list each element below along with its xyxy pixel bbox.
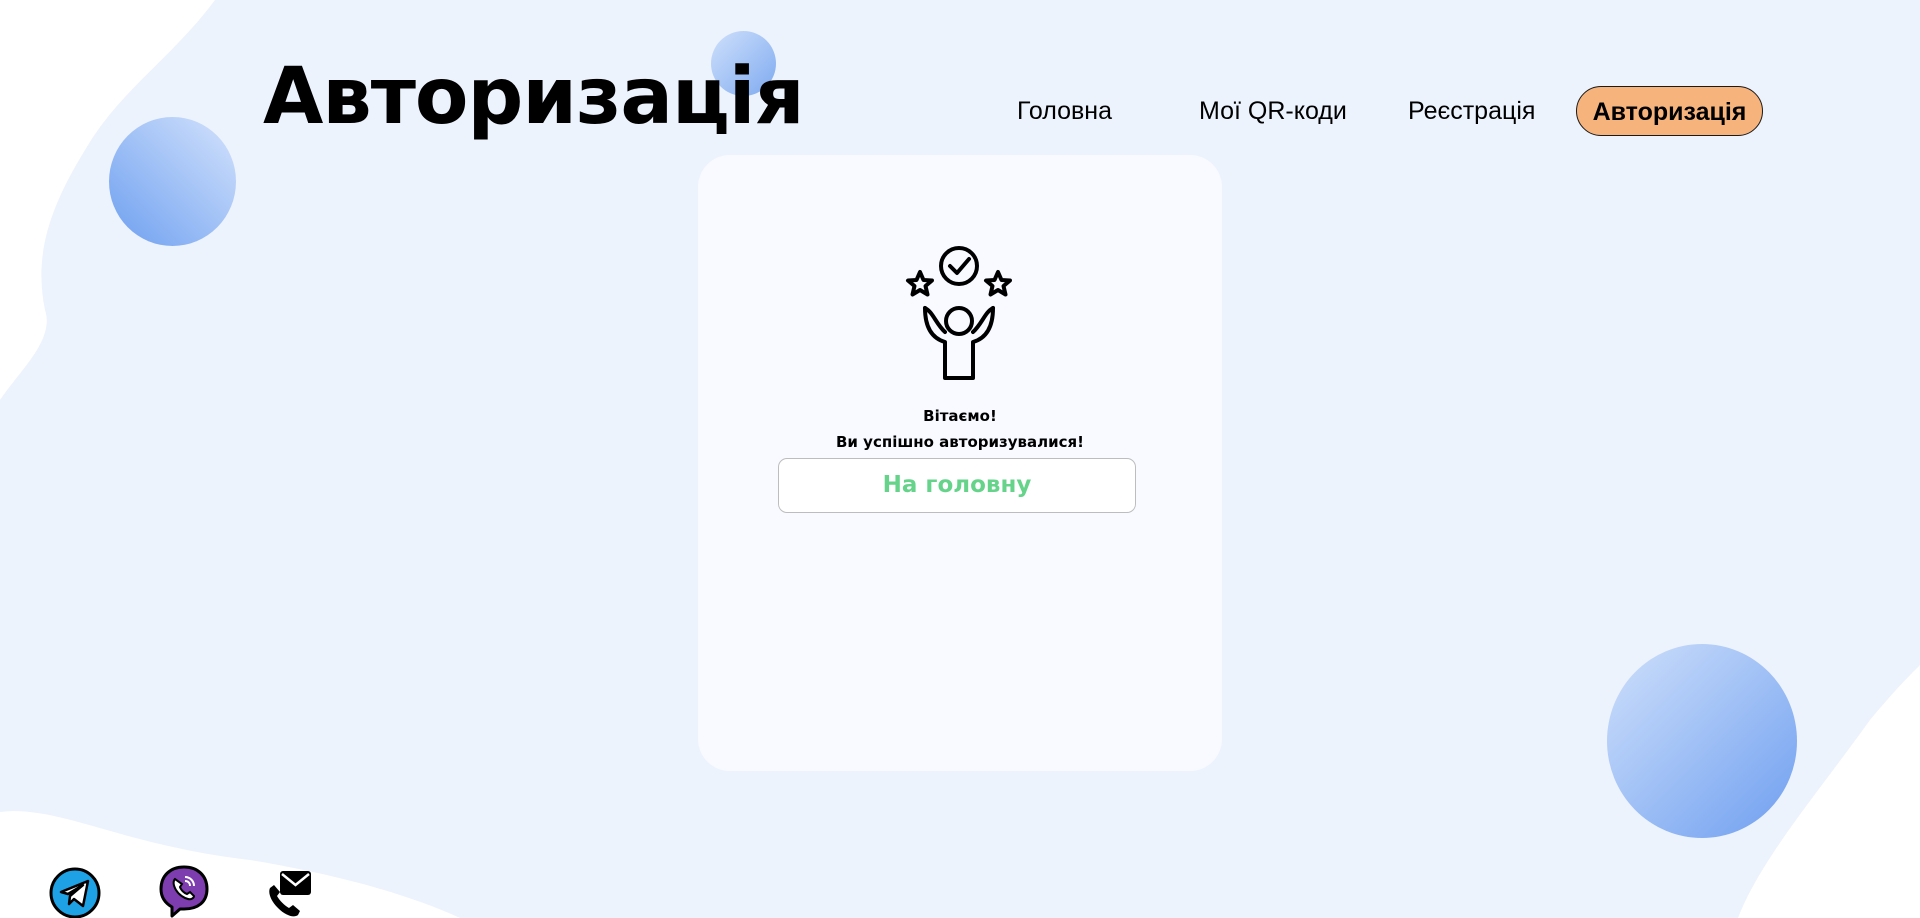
success-card: Вітаємо! Ви успішно авторизувалися! На г… xyxy=(698,155,1222,771)
telegram-icon[interactable] xyxy=(48,866,102,918)
mail-phone-icon[interactable] xyxy=(266,868,314,918)
nav-item-authorization[interactable]: Авторизація xyxy=(1576,86,1763,136)
decor-bubble-right xyxy=(1607,644,1797,838)
main-nav: Головна Мої QR-коди Реєстрація Авторизац… xyxy=(0,86,1920,136)
welcome-heading: Вітаємо! xyxy=(923,407,997,425)
decor-bubble-left xyxy=(109,117,236,246)
success-message: Ви успішно авторизувалися! xyxy=(836,433,1084,451)
viber-icon[interactable] xyxy=(158,864,210,918)
success-person-icon xyxy=(906,246,1012,380)
nav-item-home[interactable]: Головна xyxy=(1017,86,1112,136)
nav-item-my-qr-codes[interactable]: Мої QR-коди xyxy=(1199,86,1347,136)
go-home-button[interactable]: На головну xyxy=(778,458,1136,513)
nav-item-registration[interactable]: Реєстрація xyxy=(1408,86,1535,136)
